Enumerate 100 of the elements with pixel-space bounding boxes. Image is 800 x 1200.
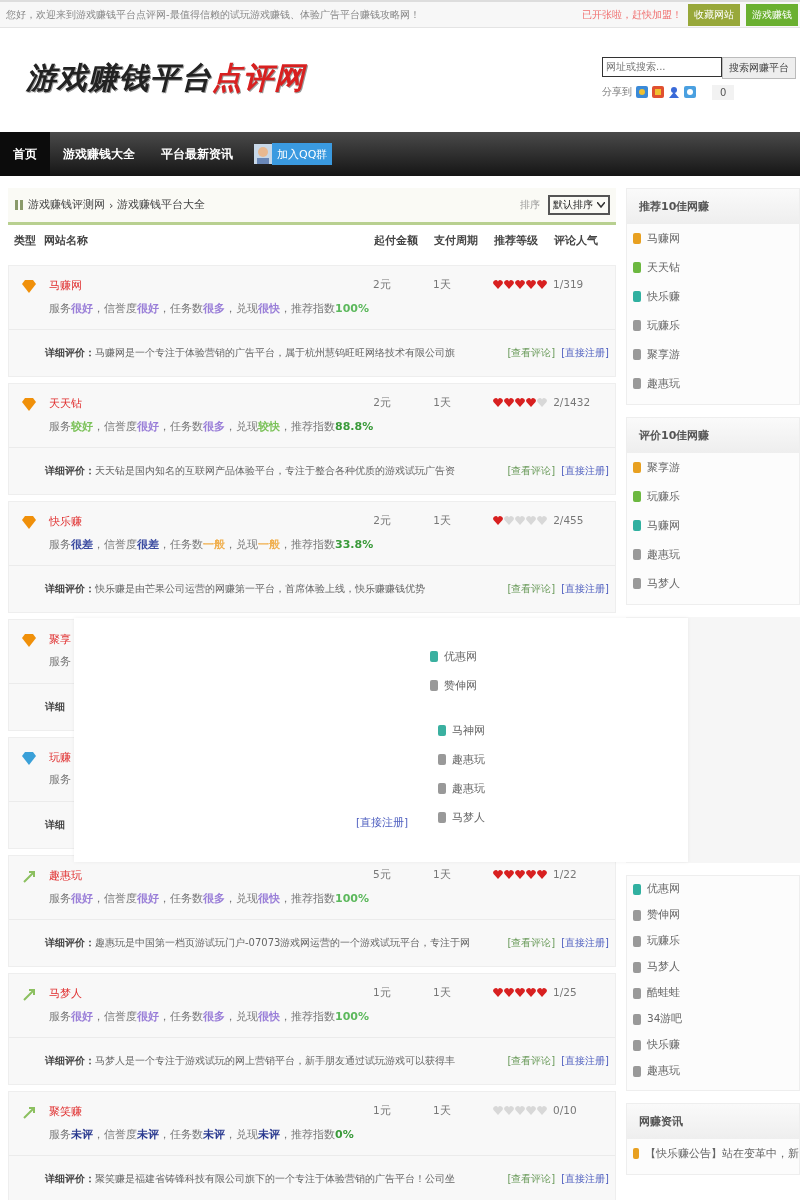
sidebar-link[interactable]: 马赚网 xyxy=(647,518,680,533)
rating-value: 100% xyxy=(335,1010,369,1023)
rating-label: ，信誉度 xyxy=(93,1010,137,1022)
site-name-link[interactable]: 马梦人 xyxy=(49,986,82,1001)
sidebar-heading: 推荐10佳网赚 xyxy=(627,189,799,224)
sidebar-link[interactable]: 快乐赚 xyxy=(647,1038,680,1052)
share-icon[interactable] xyxy=(652,86,664,98)
site-name-link[interactable]: 趣惠玩 xyxy=(49,868,82,883)
sidebar-link[interactable]: 玩赚乐 xyxy=(647,318,680,333)
register-link[interactable]: [直接注册] xyxy=(561,936,609,950)
site-name-link[interactable]: 玩赚 xyxy=(49,750,71,765)
sidebar-link[interactable]: 马梦人 xyxy=(647,960,680,974)
site-name-link[interactable]: 聚笑赚 xyxy=(49,1104,82,1119)
rating-value: 很好 xyxy=(137,420,159,433)
rating-label: ，推荐指数 xyxy=(280,1010,335,1022)
popularity-count: 1/25 xyxy=(553,986,578,998)
view-comments-link[interactable]: [查看评论] xyxy=(507,1054,556,1068)
rating-value: 很多 xyxy=(203,1010,225,1023)
rating-label: 服务 xyxy=(49,420,71,432)
sidebar-link[interactable]: 聚享游 xyxy=(647,460,680,475)
sort-dropdown[interactable]: 默认排序 xyxy=(548,195,610,215)
nav-tab[interactable]: 游戏赚钱大全 xyxy=(50,132,148,176)
rating-label: 服务 xyxy=(49,538,71,550)
rating-label: ，推荐指数 xyxy=(280,892,335,904)
rating-value: 很好 xyxy=(137,892,159,905)
sidebar-link[interactable]: 玩赚乐 xyxy=(647,489,680,504)
sidebar-link[interactable]: 【快乐赚公告】站在变革中，新 xyxy=(645,1146,799,1161)
rating-value: 很差 xyxy=(137,538,159,551)
sidebar-link[interactable]: 赞伸网 xyxy=(444,678,477,693)
pay-cycle: 1天 xyxy=(433,396,452,410)
sidebar-link[interactable]: 快乐赚 xyxy=(647,289,680,304)
sidebar-link[interactable]: 赞伸网 xyxy=(647,908,680,922)
rating-value: 88.8% xyxy=(335,420,374,433)
min-pay: 2元 xyxy=(373,396,392,410)
sidebar-link[interactable]: 趣惠玩 xyxy=(452,752,485,767)
share-icon[interactable] xyxy=(636,86,648,98)
view-comments-link[interactable]: [查看评论] xyxy=(507,1172,556,1186)
site-name-link[interactable]: 天天钻 xyxy=(49,396,82,411)
nav-tab[interactable]: 平台最新资讯 xyxy=(148,132,246,176)
register-link[interactable]: [直接注册] xyxy=(561,464,609,478)
rating-label: ，任务数 xyxy=(159,1010,203,1022)
popularity-count: 2/455 xyxy=(553,514,585,526)
column-header: 推荐等级 xyxy=(494,234,539,248)
min-pay: 2元 xyxy=(373,278,392,292)
min-pay: 1元 xyxy=(373,1104,392,1118)
rating-label: ，兑现 xyxy=(225,892,258,904)
sidebar-link[interactable]: 优惠网 xyxy=(444,649,477,664)
rating-value: 很好 xyxy=(71,1010,93,1023)
breadcrumb-link[interactable]: 游戏赚钱评测网 xyxy=(28,198,105,212)
search-field[interactable]: 网址或搜索... xyxy=(602,56,722,77)
site-logo[interactable]: 游戏赚钱平台点评网 xyxy=(26,57,305,99)
rating-label: 服务 xyxy=(49,892,71,904)
caret-icon xyxy=(597,202,605,208)
sidebar-link[interactable]: 聚享游 xyxy=(647,347,680,362)
register-link[interactable]: [直接注册] xyxy=(561,1172,609,1186)
rating-label: ，任务数 xyxy=(159,420,203,432)
register-link[interactable]: [直接注册] xyxy=(561,346,609,360)
register-link[interactable]: [直接注册] xyxy=(356,816,409,830)
sidebar-link[interactable]: 马梦人 xyxy=(452,810,485,825)
sidebar-link[interactable]: 趣惠玩 xyxy=(647,547,680,562)
review-text: 详细评价：天天钻是国内知名的互联网产品体验平台，专注于整合各种优质的游戏试玩广告资 xyxy=(45,464,455,478)
rating-label: ，兑现 xyxy=(225,1128,258,1140)
sidebar-link[interactable]: 马神网 xyxy=(452,723,485,738)
register-link[interactable]: [直接注册] xyxy=(561,582,609,596)
pay-cycle: 1天 xyxy=(433,868,452,882)
sort-label: 排序 xyxy=(520,198,540,212)
sidebar-link[interactable]: 酷蛙蛙 xyxy=(647,986,680,1000)
nav-tab[interactable]: 首页 xyxy=(0,132,50,176)
sidebar-link[interactable]: 趣惠玩 xyxy=(452,781,485,796)
register-link[interactable]: [直接注册] xyxy=(561,1054,609,1068)
search-button[interactable]: 搜索网赚平台 xyxy=(722,56,796,79)
rating-label: ，任务数 xyxy=(159,538,203,550)
rating-value: 未评 xyxy=(203,1128,225,1141)
view-comments-link[interactable]: [查看评论] xyxy=(507,582,556,596)
sidebar-link[interactable]: 天天钻 xyxy=(647,260,680,275)
share-icon[interactable] xyxy=(684,86,696,98)
rating-value: 很好 xyxy=(137,302,159,315)
rating-label: ，任务数 xyxy=(159,1128,203,1140)
sidebar-link[interactable]: 趣惠玩 xyxy=(647,376,680,391)
rating-value: 很快 xyxy=(258,302,280,315)
sidebar-link[interactable]: 优惠网 xyxy=(647,882,680,896)
view-comments-link[interactable]: [查看评论] xyxy=(507,464,556,478)
rating-value: 很多 xyxy=(203,892,225,905)
share-label: 分享到 xyxy=(602,85,632,99)
rating-label: ，推荐指数 xyxy=(280,538,335,550)
sidebar-link[interactable]: 玩赚乐 xyxy=(647,934,680,948)
sidebar-link[interactable]: 马赚网 xyxy=(647,231,680,246)
sidebar-link[interactable]: 马梦人 xyxy=(647,576,680,591)
view-comments-link[interactable]: [查看评论] xyxy=(507,936,556,950)
rating-value: 很好 xyxy=(71,892,93,905)
site-name-link[interactable]: 聚享 xyxy=(49,632,71,647)
site-name-link[interactable]: 马赚网 xyxy=(49,278,82,293)
sidebar-link[interactable]: 趣惠玩 xyxy=(647,1064,680,1078)
view-comments-link[interactable]: [查看评论] xyxy=(507,346,556,360)
avatar-icon xyxy=(254,144,272,164)
sidebar-link[interactable]: 34游吧 xyxy=(647,1012,683,1026)
rating-value: 很好 xyxy=(71,302,93,315)
site-name-link[interactable]: 快乐赚 xyxy=(49,514,82,529)
share-icon[interactable] xyxy=(668,86,680,98)
pay-cycle: 1天 xyxy=(433,514,452,528)
